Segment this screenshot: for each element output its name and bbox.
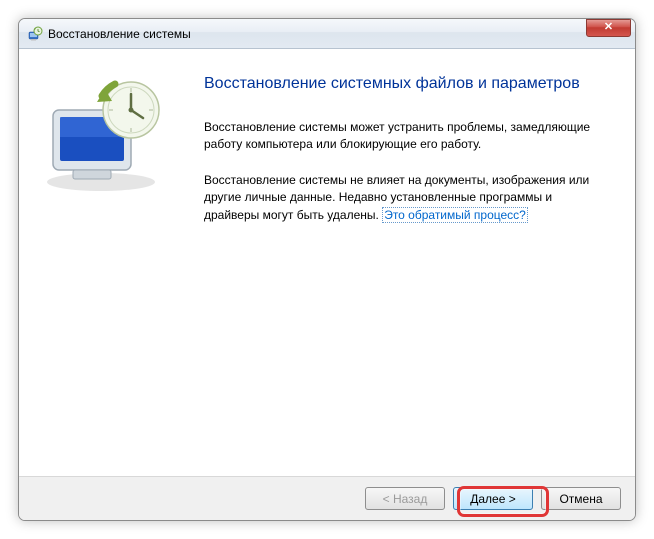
close-button[interactable]: ✕ (586, 19, 631, 37)
window-title: Восстановление системы (48, 27, 586, 41)
right-pane: Восстановление системных файлов и параме… (194, 49, 635, 476)
close-icon: ✕ (604, 22, 613, 33)
next-button[interactable]: Далее > (453, 487, 533, 510)
left-pane (19, 49, 194, 476)
back-button: < Назад (365, 487, 445, 510)
paragraph-2: Восстановление системы не влияет на доку… (204, 172, 607, 224)
button-bar: < Назад Далее > Отмена (19, 476, 635, 520)
page-heading: Восстановление системных файлов и параме… (204, 75, 607, 93)
restore-graphic (39, 74, 169, 194)
titlebar: Восстановление системы ✕ (19, 19, 635, 49)
system-restore-icon (27, 26, 43, 42)
content-area: Восстановление системных файлов и параме… (19, 49, 635, 476)
wizard-window: Восстановление системы ✕ (18, 18, 636, 521)
cancel-button[interactable]: Отмена (541, 487, 621, 510)
reversible-process-link[interactable]: Это обратимый процесс? (382, 207, 528, 223)
paragraph-1: Восстановление системы может устранить п… (204, 119, 607, 154)
